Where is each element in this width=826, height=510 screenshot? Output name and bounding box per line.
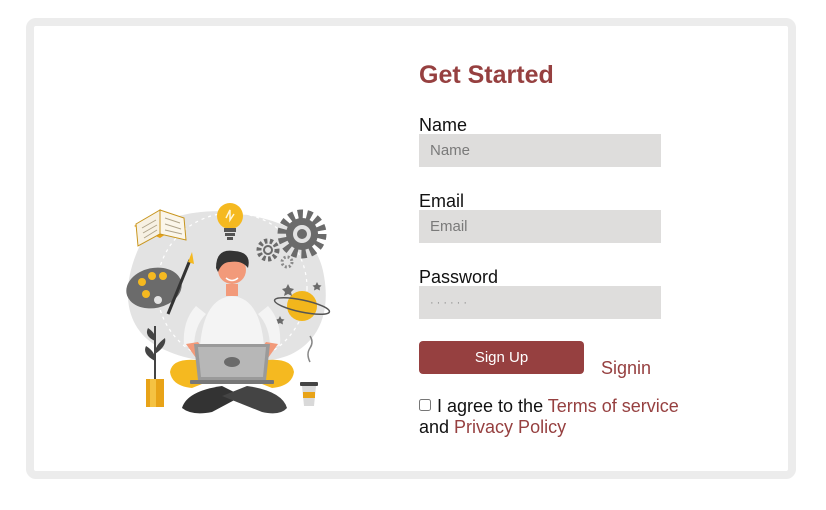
password-label: Password (419, 267, 499, 287)
signup-button[interactable]: Sign Up (419, 341, 584, 374)
signin-link[interactable]: Signin (601, 358, 651, 379)
agree-and-text: and (419, 417, 455, 437)
terms-agreement: I agree to the Terms of service and Priv… (419, 396, 699, 438)
email-label: Email (419, 191, 465, 211)
creative-person-illustration (126, 203, 331, 414)
email-input[interactable] (419, 210, 661, 243)
terms-of-service-link[interactable]: Terms of service (548, 396, 679, 416)
password-field: ······ (419, 286, 661, 319)
name-input[interactable] (419, 134, 661, 167)
page-title: Get Started (419, 61, 554, 89)
agree-text: I agree to the (437, 396, 548, 416)
name-label: Name (419, 115, 468, 135)
privacy-policy-link[interactable]: Privacy Policy (454, 417, 566, 437)
agree-checkbox[interactable] (419, 399, 431, 411)
gear-icon (277, 209, 327, 259)
laptop-icon (190, 344, 274, 384)
password-input[interactable] (419, 286, 661, 319)
